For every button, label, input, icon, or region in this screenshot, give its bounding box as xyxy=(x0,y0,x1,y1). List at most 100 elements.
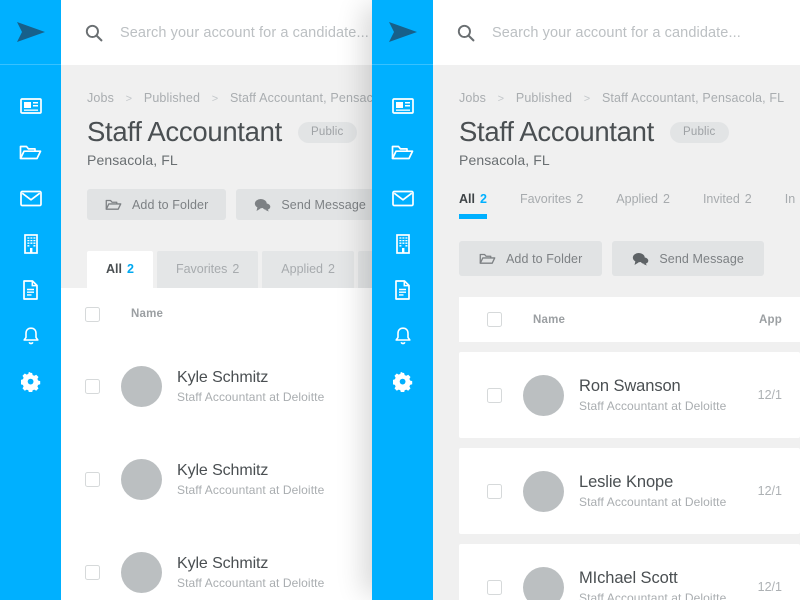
candidate-name: Leslie Knope xyxy=(579,473,674,491)
candidate-info: Kyle Schmitz Staff Accountant at Deloitt… xyxy=(177,462,324,497)
tab-applied-label: Applied xyxy=(281,262,323,276)
send-message-label: Send Message xyxy=(281,197,366,212)
avatar xyxy=(523,374,564,416)
page-right: Jobs > Published > Staff Accountant, Pen… xyxy=(433,65,800,600)
tab-favorites-label: Favorites xyxy=(175,262,228,276)
tab-all-label: All xyxy=(106,262,122,276)
tab-all[interactable]: All 2 xyxy=(459,192,487,219)
breadcrumb-item-published[interactable]: Published xyxy=(516,91,572,105)
chat-bubbles-icon xyxy=(632,252,649,266)
tab-all-label: All xyxy=(459,192,475,206)
chat-bubbles-icon xyxy=(254,198,271,212)
sidebar-item-company[interactable] xyxy=(372,221,433,267)
app-screenshot: Jobs > Published > Staff Accountant, Pen… xyxy=(0,0,800,600)
breadcrumb-separator: > xyxy=(125,93,133,105)
tab-applied[interactable]: Applied 2 xyxy=(262,251,354,288)
row-checkbox[interactable] xyxy=(85,565,100,580)
building-icon xyxy=(395,234,410,254)
bell-icon xyxy=(22,327,39,345)
table-row[interactable]: Kyle Schmitz Staff Accountant at Deloitt… xyxy=(61,433,390,526)
breadcrumb-item-published[interactable]: Published xyxy=(144,91,200,105)
candidate-subtitle: Staff Accountant at Deloitte xyxy=(579,591,727,600)
table-row[interactable]: MIchael Scott Staff Accountant at Deloit… xyxy=(459,544,800,600)
sidebar-item-folders[interactable] xyxy=(372,129,433,175)
candidate-name: Kyle Schmitz xyxy=(177,462,269,479)
job-location: Pensacola, FL xyxy=(87,152,178,168)
app-logo[interactable] xyxy=(372,0,433,65)
row-checkbox[interactable] xyxy=(487,483,502,499)
app-logo[interactable] xyxy=(0,0,61,65)
row-checkbox[interactable] xyxy=(487,387,502,403)
candidate-subtitle: Staff Accountant at Deloitte xyxy=(579,495,727,509)
sidebar-item-settings[interactable] xyxy=(0,359,61,405)
sidebar-item-messages[interactable] xyxy=(0,175,61,221)
avatar xyxy=(121,459,162,500)
sidebar-item-documents[interactable] xyxy=(372,267,433,313)
tab-all[interactable]: All 2 xyxy=(87,251,153,288)
tab-favorites[interactable]: Favorites 2 xyxy=(156,251,259,288)
sidebar-item-messages[interactable] xyxy=(372,175,433,221)
candidate-table-old: Name Kyle Schmitz Staff Accountant at De… xyxy=(61,288,390,600)
sidebar-item-settings[interactable] xyxy=(372,359,433,405)
row-checkbox[interactable] xyxy=(85,379,100,394)
candidate-subtitle: Staff Accountant at Deloitte xyxy=(177,390,325,404)
tab-favorites[interactable]: Favorites 2 xyxy=(520,192,583,219)
tab-favorites-count: 2 xyxy=(232,262,240,276)
add-to-folder-button[interactable]: Add to Folder xyxy=(459,241,603,276)
page-left: Jobs > Published > Staff Accountant, Pen… xyxy=(61,65,390,600)
sidebar-item-documents[interactable] xyxy=(0,267,61,313)
breadcrumb-item-jobs[interactable]: Jobs xyxy=(459,91,486,105)
tab-favorites-count: 2 xyxy=(576,192,584,206)
row-checkbox[interactable] xyxy=(487,579,502,595)
sidebar-item-notifications[interactable] xyxy=(372,313,433,359)
gear-icon xyxy=(20,372,40,392)
sidebar-item-notifications[interactable] xyxy=(0,313,61,359)
sidebar-item-news[interactable] xyxy=(372,83,433,129)
tab-invited-count: 2 xyxy=(744,192,752,206)
select-all-checkbox[interactable] xyxy=(85,306,100,322)
sidebar-item-folders[interactable] xyxy=(0,129,61,175)
search-icon xyxy=(85,24,103,42)
avatar xyxy=(523,470,564,512)
breadcrumb-right: Jobs > Published > Staff Accountant, Pen… xyxy=(459,65,800,105)
tab-applied-label: Applied xyxy=(616,192,658,206)
avatar xyxy=(523,566,564,600)
search-input[interactable] xyxy=(492,24,800,41)
sidebar-nav-left xyxy=(0,65,61,405)
breadcrumb-item-jobs[interactable]: Jobs xyxy=(87,91,114,105)
send-message-button[interactable]: Send Message xyxy=(236,189,384,220)
table-row[interactable]: Kyle Schmitz Staff Accountant at Deloitt… xyxy=(61,526,390,600)
candidate-table-new: Name App Ron Swanson Staff Accountant at… xyxy=(459,297,800,600)
select-all-checkbox[interactable] xyxy=(487,312,502,327)
status-badge: Public xyxy=(297,121,357,143)
tab-invited[interactable]: Invited 2 xyxy=(703,192,752,219)
search-input[interactable] xyxy=(120,24,390,41)
candidate-name: Ron Swanson xyxy=(579,377,681,395)
page-title: Staff Accountant xyxy=(87,116,282,147)
candidate-subtitle: Staff Accountant at Deloitte xyxy=(177,576,325,590)
table-row[interactable]: Ron Swanson Staff Accountant at Deloitte… xyxy=(459,352,800,438)
topbar-left xyxy=(61,0,390,65)
action-buttons-left: Add to Folder Send Message xyxy=(87,189,390,220)
applied-date: 12/1 xyxy=(757,580,782,594)
row-checkbox[interactable] xyxy=(85,472,100,487)
add-to-folder-label: Add to Folder xyxy=(132,197,209,212)
tab-applied[interactable]: Applied 2 xyxy=(616,192,670,219)
add-to-folder-label: Add to Folder xyxy=(506,251,583,266)
tab-all-count: 2 xyxy=(479,192,487,206)
add-to-folder-button[interactable]: Add to Folder xyxy=(87,189,227,220)
applied-date: 12/1 xyxy=(757,484,782,498)
sidebar-item-company[interactable] xyxy=(0,221,61,267)
folder-open-icon xyxy=(391,145,414,160)
search-icon xyxy=(457,24,475,42)
content-left: Jobs > Published > Staff Accountant, Pen… xyxy=(61,0,390,600)
topbar-right xyxy=(433,0,800,65)
folder-open-icon xyxy=(105,198,122,211)
table-row[interactable]: Kyle Schmitz Staff Accountant at Deloitt… xyxy=(61,340,390,433)
avatar xyxy=(121,552,162,593)
tab-interviewed-clipped[interactable]: In xyxy=(785,192,795,219)
send-message-button[interactable]: Send Message xyxy=(612,241,764,276)
table-row[interactable]: Leslie Knope Staff Accountant at Deloitt… xyxy=(459,448,800,534)
tab-applied-count: 2 xyxy=(663,192,670,206)
sidebar-item-news[interactable] xyxy=(0,83,61,129)
